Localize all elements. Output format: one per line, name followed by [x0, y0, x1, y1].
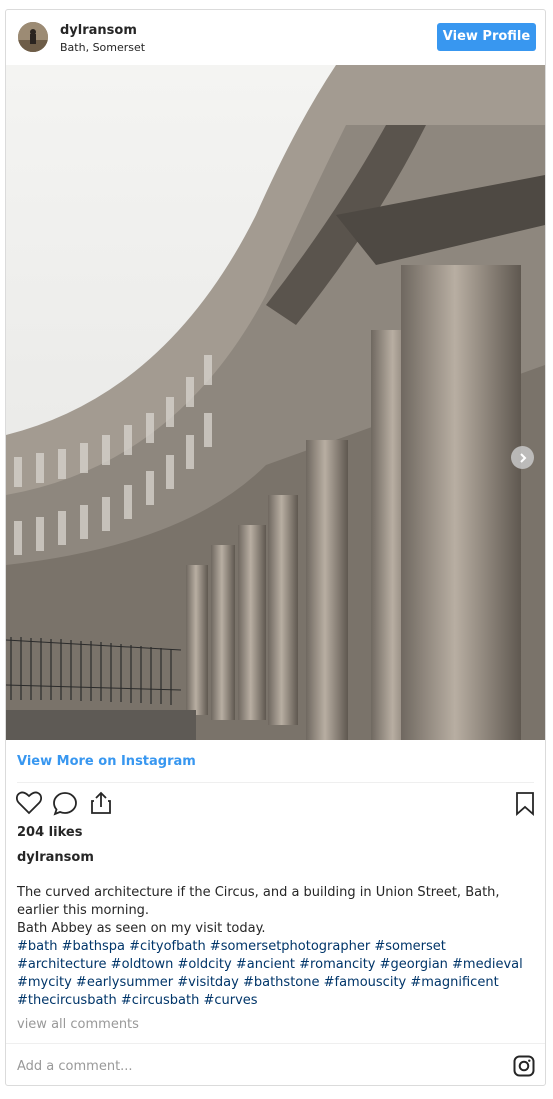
- chevron-right-icon: [519, 452, 526, 463]
- comment-icon[interactable]: [52, 791, 78, 816]
- username[interactable]: dylransom: [60, 23, 137, 38]
- share-icon[interactable]: [89, 791, 113, 815]
- location[interactable]: Bath, Somerset: [60, 41, 145, 54]
- view-more-link[interactable]: View More on Instagram: [17, 754, 196, 769]
- caption: The curved architecture if the Circus, a…: [17, 884, 537, 1010]
- caption-username[interactable]: dylransom: [17, 850, 94, 865]
- action-bar: [6, 790, 545, 820]
- post-header: dylransom Bath, Somerset View Profile: [6, 10, 545, 65]
- avatar[interactable]: [18, 22, 48, 52]
- caption-text: The curved architecture if the Circus, a…: [17, 885, 500, 918]
- instagram-icon[interactable]: [513, 1055, 535, 1077]
- next-photo-button[interactable]: [511, 446, 534, 469]
- instagram-embed-card: dylransom Bath, Somerset View Profile Vi…: [5, 9, 546, 1086]
- view-all-comments-link[interactable]: view all comments: [17, 1017, 139, 1032]
- heart-icon[interactable]: [16, 791, 42, 815]
- divider: [6, 1043, 545, 1044]
- bookmark-icon[interactable]: [515, 791, 535, 816]
- likes-count[interactable]: 204 likes: [17, 825, 82, 840]
- architecture-photo: [6, 65, 545, 740]
- view-profile-button[interactable]: View Profile: [437, 23, 536, 51]
- caption-line: Bath Abbey as seen on my visit today.: [17, 921, 266, 936]
- hashtags[interactable]: #bath #bathspa #cityofbath #somersetphot…: [17, 938, 537, 1010]
- add-comment-input[interactable]: Add a comment...: [17, 1059, 133, 1074]
- divider: [17, 782, 534, 783]
- post-photo[interactable]: [6, 65, 545, 740]
